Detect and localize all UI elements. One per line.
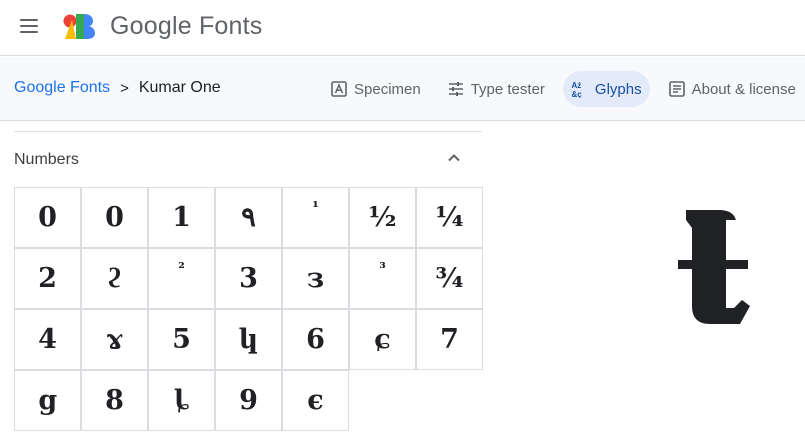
section-divider xyxy=(14,131,482,132)
hamburger-menu-icon[interactable] xyxy=(18,16,42,36)
font-nav-bar: Google Fonts > Kumar One Specimen Type t… xyxy=(0,57,805,121)
tab-about-license-label: About & license xyxy=(691,80,796,98)
glyph-cell[interactable]: ɤ xyxy=(81,309,148,370)
tenge-like-glyph-icon xyxy=(678,210,750,324)
glyph-cell[interactable]: з xyxy=(282,248,349,309)
chevron-up-icon[interactable] xyxy=(444,148,464,168)
tab-glyphs[interactable]: Aź &ç Glyphs xyxy=(562,71,650,107)
glyph-cell[interactable]: ¼ xyxy=(416,187,483,248)
glyph-cell[interactable]: 0 xyxy=(14,187,81,248)
glyph-cell[interactable]: ½ xyxy=(349,187,416,248)
glyph-cell[interactable]: 9 xyxy=(215,370,282,431)
google-fonts-logo-icon[interactable] xyxy=(62,12,98,40)
tab-type-tester[interactable]: Type tester xyxy=(439,71,553,107)
glyph-cell[interactable]: 1 xyxy=(148,187,215,248)
breadcrumb: Google Fonts > Kumar One xyxy=(14,79,221,97)
breadcrumb-separator: > xyxy=(120,79,129,97)
glyph-cell[interactable]: ³ xyxy=(349,248,416,309)
glyph-cell[interactable]: ¾ xyxy=(416,248,483,309)
breadcrumb-root-link[interactable]: Google Fonts xyxy=(14,79,110,97)
article-icon xyxy=(668,81,685,97)
glyph-cell[interactable]: ² xyxy=(148,248,215,309)
glyph-cell[interactable]: 𝟎 xyxy=(81,187,148,248)
sliders-icon xyxy=(448,82,463,96)
glyph-cell[interactable]: ٩ xyxy=(215,187,282,248)
glyph-cell[interactable]: 4 xyxy=(14,309,81,370)
brand-title[interactable]: Google Fonts xyxy=(110,12,263,41)
glyph-cell[interactable]: 3 xyxy=(215,248,282,309)
glyph-cell[interactable]: ϩ xyxy=(81,248,148,309)
tab-specimen-label: Specimen xyxy=(354,80,421,98)
tab-specimen[interactable]: Specimen xyxy=(322,71,429,107)
tab-about-license[interactable]: About & license xyxy=(660,71,804,107)
section-title-numbers: Numbers xyxy=(14,151,79,168)
glyph-cell[interactable]: ɕ xyxy=(349,309,416,370)
glyph-cell[interactable]: 8 xyxy=(81,370,148,431)
tab-type-tester-label: Type tester xyxy=(470,80,545,98)
glyph-cell[interactable]: 2 xyxy=(14,248,81,309)
glyph-cell[interactable]: 7 xyxy=(416,309,483,370)
specimen-icon xyxy=(331,81,347,97)
svg-text:Aź: Aź xyxy=(571,81,581,90)
tab-glyphs-label: Glyphs xyxy=(594,80,642,98)
svg-text:&ç: &ç xyxy=(571,90,582,98)
glyph-cell[interactable]: ȴ xyxy=(148,370,215,431)
breadcrumb-current: Kumar One xyxy=(138,79,221,96)
glyph-cell[interactable]: ¹ xyxy=(282,187,349,248)
font-tabs: Specimen Type tester Aź &ç Glyphs About … xyxy=(322,71,805,107)
glyph-cell[interactable]: є xyxy=(282,370,349,431)
glyph-cell[interactable]: 5 xyxy=(148,309,215,370)
glyph-cell[interactable]: 6 xyxy=(282,309,349,370)
glyph-cell[interactable]: կ xyxy=(215,309,282,370)
glyph-cell[interactable]: ց xyxy=(14,370,81,431)
top-app-bar: Google Fonts xyxy=(0,0,805,56)
glyphs-icon: Aź &ç xyxy=(571,81,582,98)
